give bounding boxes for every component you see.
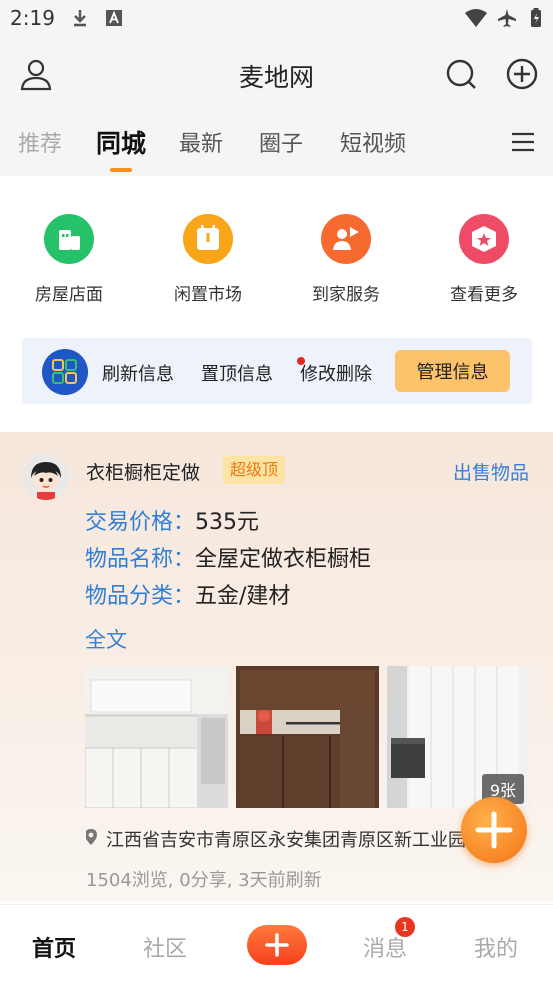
tab-circles[interactable]: 圈子 <box>259 126 303 158</box>
quick-link-home-service[interactable]: 到家服务 <box>286 214 406 305</box>
tab-latest[interactable]: 最新 <box>179 126 223 158</box>
grid-apps-icon <box>42 349 88 395</box>
calendar-icon <box>183 214 233 264</box>
post-stats: 1504浏览, 0分享, 3天前刷新 <box>86 870 322 891</box>
search-icon[interactable] <box>443 56 479 92</box>
field-price: 交易价格：535元 <box>85 504 259 536</box>
menu-icon[interactable] <box>511 132 535 152</box>
nav-mine[interactable]: 我的 <box>474 931 518 963</box>
full-text-link[interactable]: 全文 <box>85 624 127 654</box>
field-key: 交易价格： <box>85 510 196 535</box>
field-value: 全屋定做衣柜橱柜 <box>195 547 372 572</box>
manage-info-button[interactable]: 管理信息 <box>395 350 510 392</box>
edit-delete-link[interactable]: 修改删除 <box>300 360 372 386</box>
airplane-icon <box>498 9 516 27</box>
bottom-nav: 首页 社区 消息 1 我的 <box>0 904 553 984</box>
field-item-name: 物品名称：全屋定做衣柜橱柜 <box>85 541 371 573</box>
person-flag-icon <box>321 214 371 264</box>
download-icon <box>74 10 86 27</box>
pin-info-link[interactable]: 置顶信息 <box>201 360 273 386</box>
post-photo[interactable]: 9张 <box>387 666 530 808</box>
tab-recommend[interactable]: 推荐 <box>18 126 62 158</box>
more-box-icon <box>459 214 509 264</box>
post-photo[interactable] <box>85 666 228 808</box>
battery-icon <box>531 8 541 27</box>
quick-link-more[interactable]: 查看更多 <box>424 214 544 305</box>
nav-home[interactable]: 首页 <box>32 931 76 963</box>
field-key: 物品名称： <box>85 547 196 572</box>
nav-community[interactable]: 社区 <box>143 931 187 963</box>
field-value: 五金/建材 <box>195 584 291 609</box>
quick-link-label: 查看更多 <box>450 285 518 305</box>
quick-link-label: 房屋店面 <box>35 285 103 305</box>
a-box-icon <box>106 10 122 26</box>
nav-post-button[interactable] <box>247 925 307 965</box>
quick-link-label: 闲置市场 <box>174 285 242 305</box>
category-tabs: 推荐 同城 最新 圈子 短视频 <box>0 126 553 176</box>
building-icon <box>44 214 94 264</box>
avatar[interactable] <box>23 454 69 500</box>
quick-links: 房屋店面 闲置市场 到家服务 查看更多 <box>0 176 553 326</box>
plus-icon <box>265 933 289 957</box>
location-pin-icon <box>86 829 97 845</box>
app-header: 麦地网 推荐 同城 最新 圈子 短视频 <box>0 36 553 176</box>
manage-bar: 刷新信息 置顶信息 修改删除 管理信息 <box>22 338 532 404</box>
post-category-link[interactable]: 出售物品 <box>453 458 529 485</box>
tab-short-video[interactable]: 短视频 <box>340 126 406 158</box>
messages-badge: 1 <box>395 917 415 937</box>
super-top-badge: 超级顶 <box>223 456 286 484</box>
quick-link-housing[interactable]: 房屋店面 <box>9 214 129 305</box>
field-key: 物品分类： <box>85 584 196 609</box>
field-item-category: 物品分类：五金/建材 <box>85 578 290 610</box>
location-text: 江西省吉安市青原区永安集团青原区新工业园 <box>106 830 466 851</box>
quick-link-market[interactable]: 闲置市场 <box>148 214 268 305</box>
refresh-info-link[interactable]: 刷新信息 <box>102 360 174 386</box>
status-time: 2:19 <box>10 6 55 30</box>
field-value: 535元 <box>195 510 260 535</box>
wifi-icon <box>465 9 487 27</box>
status-bar: 2:19 <box>0 0 553 36</box>
quick-link-label: 到家服务 <box>312 285 380 305</box>
add-circle-icon[interactable] <box>504 56 540 92</box>
post-title[interactable]: 衣柜橱柜定做 <box>86 458 200 485</box>
active-tab-indicator <box>110 168 132 172</box>
post-photo[interactable] <box>236 666 379 808</box>
post-location[interactable]: 江西省吉安市青原区永安集团青原区新工业园 <box>86 826 506 852</box>
floating-add-button[interactable] <box>461 797 527 863</box>
plus-icon <box>475 811 513 849</box>
tab-same-city[interactable]: 同城 <box>96 124 146 160</box>
